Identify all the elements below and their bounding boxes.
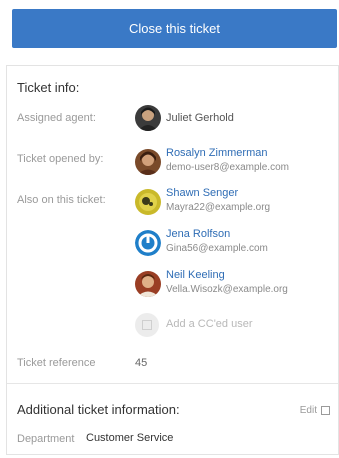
cc-user-name[interactable]: Neil Keeling [166, 269, 225, 281]
agent-name: Juliet Gerhold [166, 112, 234, 124]
ticket-info-title: Ticket info: [17, 80, 80, 95]
ticket-info-panel: Ticket info: Assigned agent: Juliet Gerh… [6, 65, 339, 455]
add-cc-user-label: Add a CC'ed user [166, 318, 253, 330]
opened-by-email: demo-user8@example.com [166, 162, 289, 173]
close-ticket-button[interactable]: Close this ticket [12, 9, 337, 48]
edit-label: Edit [299, 405, 317, 416]
additional-info-title: Additional ticket information: [17, 402, 180, 417]
ticket-reference-label: Ticket reference [17, 357, 96, 369]
cc-user-email: Mayra22@example.org [166, 202, 271, 213]
assigned-agent: Juliet Gerhold [135, 105, 315, 133]
cc-user-avatar [135, 189, 161, 215]
also-on-ticket-label: Also on this ticket: [17, 194, 106, 206]
assigned-agent-label: Assigned agent: [17, 112, 96, 124]
edit-icon [321, 406, 330, 415]
cc-user-name[interactable]: Jena Rolfson [166, 228, 230, 240]
cc-user-avatar [135, 230, 161, 256]
opened-by-label: Ticket opened by: [17, 153, 104, 165]
cc-user-name[interactable]: Shawn Senger [166, 187, 238, 199]
opened-by-name[interactable]: Rosalyn Zimmerman [166, 147, 267, 159]
ticket-reference-value: 45 [135, 357, 148, 369]
cc-user: Neil Keeling Vella.Wisozk@example.org [135, 269, 325, 299]
cc-user-email: Vella.Wisozk@example.org [166, 284, 288, 295]
cc-user: Jena Rolfson Gina56@example.com [135, 228, 325, 258]
cc-user-avatar [135, 271, 161, 297]
cc-user-email: Gina56@example.com [166, 243, 268, 254]
opened-by-avatar [135, 149, 161, 175]
department-value: Customer Service [86, 432, 174, 444]
section-divider [7, 383, 338, 384]
edit-additional-info-button[interactable]: Edit [300, 405, 330, 416]
add-cc-user-button[interactable]: Add a CC'ed user [135, 313, 295, 337]
department-label: Department [17, 433, 75, 445]
add-user-icon [135, 313, 159, 337]
cc-user: Shawn Senger Mayra22@example.org [135, 187, 325, 217]
opened-by-user: Rosalyn Zimmerman demo-user8@example.com [135, 147, 325, 177]
agent-avatar [135, 105, 161, 131]
